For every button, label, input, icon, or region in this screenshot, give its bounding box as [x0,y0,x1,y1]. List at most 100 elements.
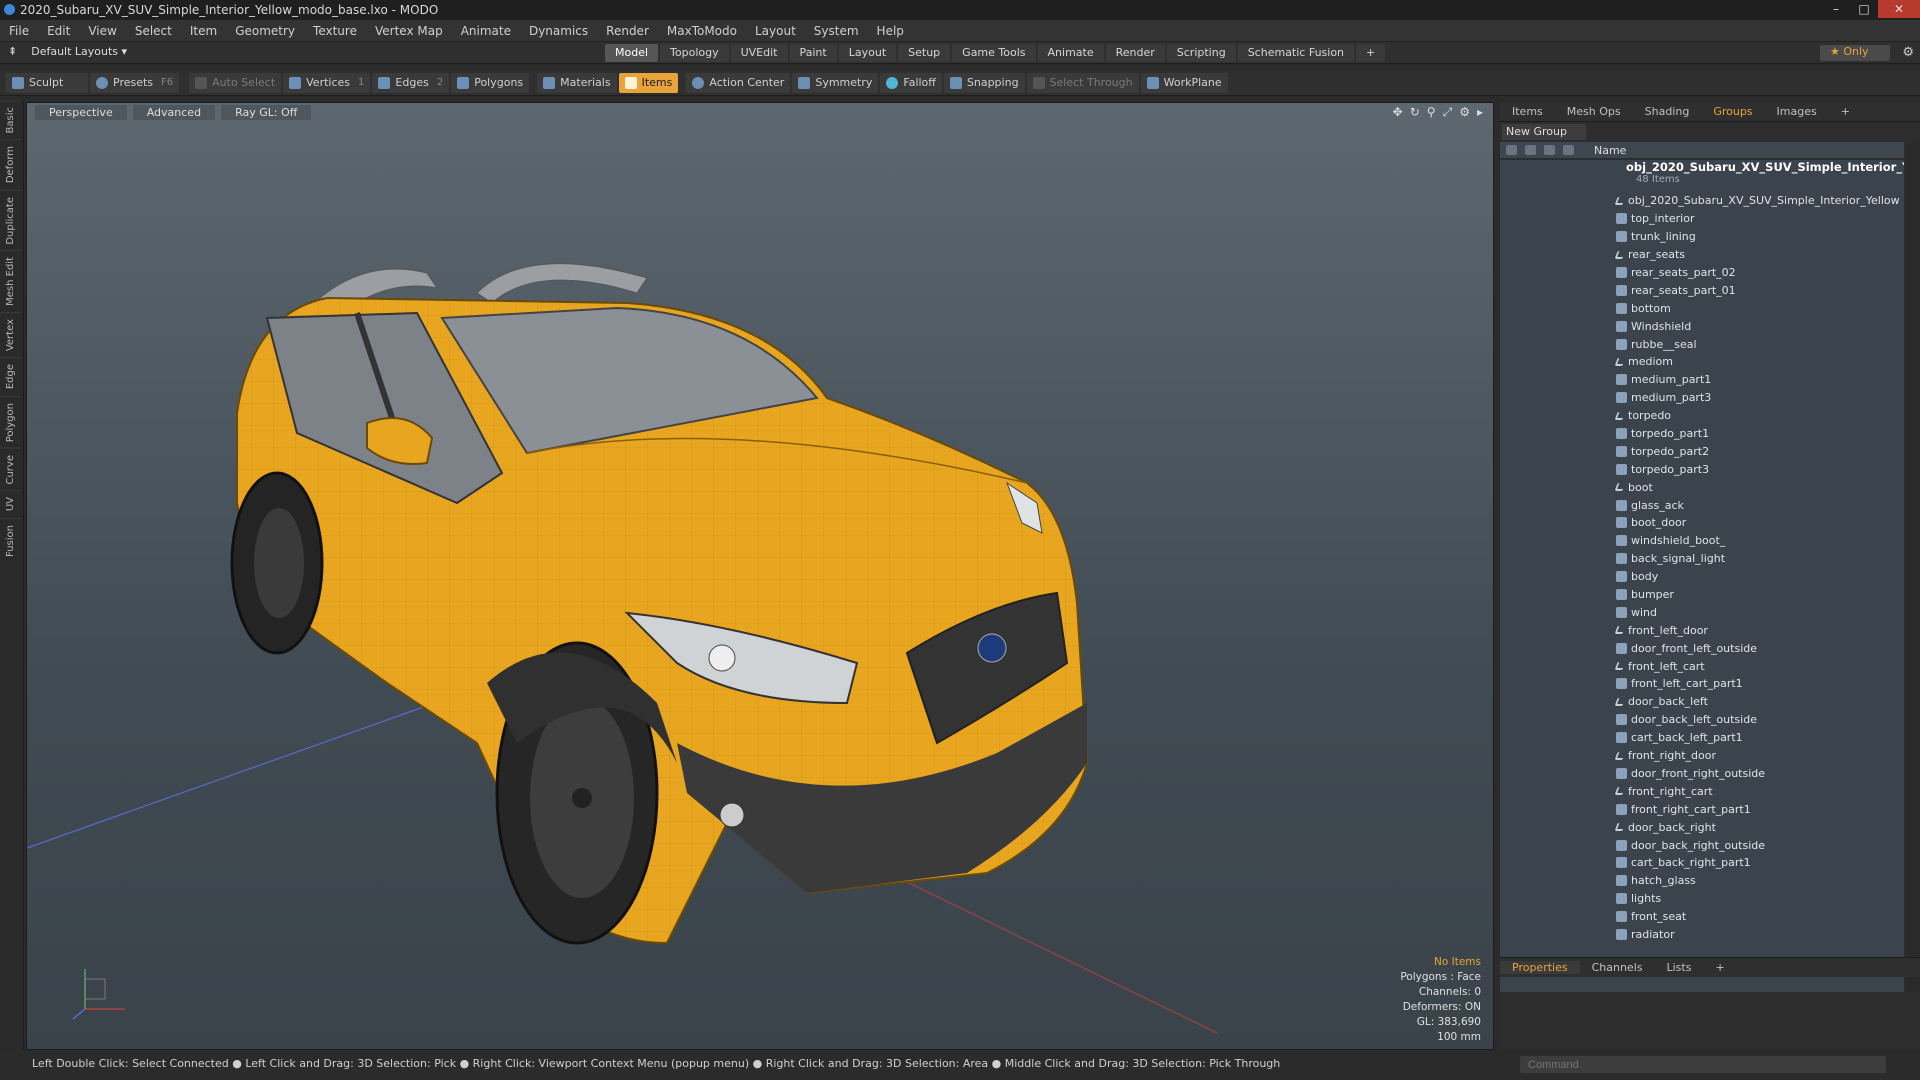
list-item[interactable]: front_left_door [1500,621,1904,639]
tab-setup[interactable]: Setup [898,44,951,62]
render-icon[interactable] [1525,145,1536,155]
list-item[interactable]: windshield_boot_ [1500,532,1904,550]
auto-select-button[interactable]: Auto Select [189,72,282,93]
list-item[interactable]: rear_seats_part_01 [1500,281,1904,299]
workplane-button[interactable]: WorkPlane [1140,72,1228,93]
tab-channels[interactable]: Channels [1580,961,1655,974]
snapping-button[interactable]: Snapping [943,72,1025,93]
list-item[interactable]: medium_part3 [1500,389,1904,407]
maximize-icon[interactable]: □ [1850,0,1878,18]
tab-add[interactable]: + [1356,44,1386,62]
edges-button[interactable]: Edges 2 [372,72,450,93]
tab-add-panel[interactable]: + [1829,105,1862,118]
menu-vertex-map[interactable]: Vertex Map [366,24,452,38]
lock-icon[interactable] [1544,145,1555,155]
list-item[interactable]: door_back_left_outside [1500,711,1904,729]
strip-mesh-edit[interactable]: Mesh Edit [0,250,21,313]
list-item[interactable]: torpedo_part2 [1500,442,1904,460]
tab-properties[interactable]: Properties [1500,961,1580,974]
menu-item[interactable]: Item [181,24,226,38]
polygons-button[interactable]: Polygons [451,72,530,93]
list-item[interactable]: glass_ack [1500,496,1904,514]
menu-file[interactable]: File [0,24,38,38]
3d-viewport[interactable]: Perspective Advanced Ray GL: Off ✥ ↻ ⚲ ⤢… [26,102,1494,1050]
list-item[interactable]: front_left_cart_part1 [1500,675,1904,693]
gear-icon[interactable]: ⚙ [1902,45,1914,60]
select-through-button[interactable]: Select Through [1026,72,1139,93]
list-item[interactable]: torpedo_part1 [1500,425,1904,443]
list-item[interactable]: back_signal_light [1500,550,1904,568]
command-input[interactable] [1520,1056,1886,1073]
strip-uv[interactable]: UV [0,490,21,518]
list-item[interactable]: boot [1500,478,1904,496]
list-item[interactable]: top_interior [1500,210,1904,228]
list-item[interactable]: lights [1500,890,1904,908]
list-item[interactable]: wind [1500,603,1904,621]
strip-vertex[interactable]: Vertex [0,312,21,358]
strip-edge[interactable]: Edge [0,357,21,396]
list-item[interactable]: body [1500,568,1904,586]
list-item[interactable]: rear_seats [1500,246,1904,264]
menu-maxtomodo[interactable]: MaxToModo [658,24,746,38]
only-button[interactable]: ★ Only [1820,45,1890,61]
menu-select[interactable]: Select [126,24,181,38]
tab-model[interactable]: Model [605,44,659,62]
menu-render[interactable]: Render [597,24,658,38]
list-item[interactable]: Windshield [1500,317,1904,335]
menu-layout[interactable]: Layout [746,24,805,38]
tab-uvedit[interactable]: UVEdit [730,44,788,62]
falloff-button[interactable]: Falloff [880,72,942,93]
strip-polygon[interactable]: Polygon [0,395,21,448]
list-item[interactable]: cart_back_right_part1 [1500,854,1904,872]
list-item[interactable]: bumper [1500,586,1904,604]
list-item[interactable]: front_seat [1500,908,1904,926]
list-item[interactable]: hatch_glass [1500,872,1904,890]
select-icon[interactable] [1563,145,1574,155]
list-item[interactable]: door_back_left [1500,693,1904,711]
list-item[interactable]: door_back_right_outside [1500,836,1904,854]
strip-basic[interactable]: Basic [0,100,21,140]
tab-images[interactable]: Images [1765,105,1829,118]
vertices-button[interactable]: Vertices 1 [283,72,371,93]
tab-add-properties[interactable]: + [1703,961,1736,974]
list-item[interactable]: door_front_left_outside [1500,639,1904,657]
tab-animate[interactable]: Animate [1037,44,1104,62]
tab-schematic-fusion[interactable]: Schematic Fusion [1237,44,1355,62]
presets-button[interactable]: Presets F6 [90,72,180,93]
menu-edit[interactable]: Edit [38,24,79,38]
list-item[interactable]: torpedo [1500,407,1904,425]
list-item[interactable]: mediom [1500,353,1904,371]
sculpt-button[interactable]: Sculpt [6,72,88,93]
list-scrollbar[interactable] [1906,142,1920,992]
list-item[interactable]: torpedo_part3 [1500,460,1904,478]
subaru-xv-car-model[interactable] [207,183,1307,983]
menu-dynamics[interactable]: Dynamics [520,24,597,38]
group-row[interactable]: obj_2020_Subaru_XV_SUV_Simple_Interior_Y… [1500,160,1904,174]
tab-scripting[interactable]: Scripting [1166,44,1236,62]
tab-lists[interactable]: Lists [1655,961,1704,974]
tab-groups[interactable]: Groups [1701,105,1764,118]
tab-shading[interactable]: Shading [1633,105,1702,118]
list-item[interactable]: cart_back_left_part1 [1500,729,1904,747]
minimize-icon[interactable]: – [1822,0,1850,18]
tab-mesh-ops[interactable]: Mesh Ops [1555,105,1633,118]
tab-game-tools[interactable]: Game Tools [952,44,1036,62]
menu-view[interactable]: View [79,24,125,38]
strip-curve[interactable]: Curve [0,447,21,491]
menu-geometry[interactable]: Geometry [226,24,304,38]
eye-icon[interactable] [1506,145,1517,155]
list-item[interactable]: front_right_cart_part1 [1500,800,1904,818]
symmetry-button[interactable]: Symmetry [792,72,879,93]
group-item-list[interactable]: obj_2020_Subaru_XV_SUV_Simple_Interior_Y… [1500,160,1904,992]
close-icon[interactable]: ✕ [1878,0,1920,18]
action-center-button[interactable]: Action Center [686,72,791,93]
list-item[interactable]: rubbe__seal [1500,335,1904,353]
list-item[interactable]: front_left_cart [1500,657,1904,675]
list-item[interactable]: obj_2020_Subaru_XV_SUV_Simple_Interior_Y… [1500,192,1904,210]
menu-animate[interactable]: Animate [452,24,520,38]
items-button[interactable]: Items [618,72,679,93]
list-item[interactable]: door_front_right_outside [1500,765,1904,783]
name-column-header[interactable]: Name [1586,144,1626,157]
list-item[interactable]: radiator [1500,926,1904,944]
tab-topology[interactable]: Topology [660,44,729,62]
